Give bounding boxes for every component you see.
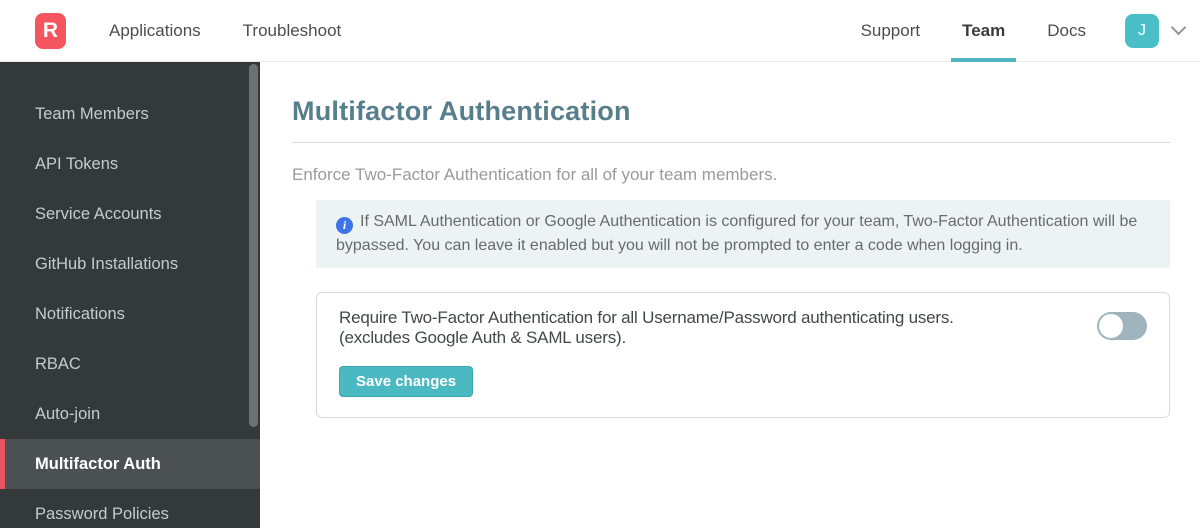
mfa-settings-card: Require Two-Factor Authentication for al…	[316, 292, 1170, 418]
secondary-nav: Support Team Docs	[840, 0, 1107, 62]
avatar[interactable]: J	[1125, 13, 1159, 48]
sidebar-item-rbac[interactable]: RBAC	[0, 339, 260, 389]
save-changes-button[interactable]: Save changes	[339, 366, 474, 397]
rollbar-logo[interactable]: R	[35, 12, 66, 49]
info-banner: i If SAML Authentication or Google Authen…	[316, 200, 1170, 268]
nav-item-troubleshoot[interactable]: Troubleshoot	[243, 21, 342, 41]
title-divider	[292, 142, 1170, 143]
sidebar-item-team-members[interactable]: Team Members	[0, 89, 260, 139]
mfa-requirement-line2: (excludes Google Auth & SAML users).	[339, 328, 626, 347]
sidebar-scrollbar[interactable]	[249, 64, 258, 427]
mfa-requirement-text: Require Two-Factor Authentication for al…	[339, 308, 1097, 348]
mfa-requirement-line1: Require Two-Factor Authentication for al…	[339, 308, 954, 327]
chevron-down-icon[interactable]	[1170, 19, 1187, 36]
mfa-toggle[interactable]	[1097, 312, 1147, 340]
nav-item-support[interactable]: Support	[840, 0, 942, 62]
nav-item-docs[interactable]: Docs	[1026, 0, 1107, 62]
sidebar-item-api-tokens[interactable]: API Tokens	[0, 139, 260, 189]
info-banner-text: If SAML Authentication or Google Authent…	[336, 213, 1138, 254]
nav-item-team[interactable]: Team	[941, 0, 1026, 62]
page-subtitle: Enforce Two-Factor Authentication for al…	[292, 165, 778, 184]
main-content: Multifactor Authentication Enforce Two-F…	[260, 62, 1200, 528]
settings-sidebar: Team Members API Tokens Service Accounts…	[0, 62, 260, 528]
top-navigation-bar: R Applications Troubleshoot Support Team…	[0, 0, 1200, 62]
sidebar-item-password-policies[interactable]: Password Policies	[0, 489, 260, 528]
info-icon: i	[336, 216, 353, 234]
mfa-toggle-knob[interactable]	[1099, 314, 1123, 338]
nav-item-applications[interactable]: Applications	[109, 21, 201, 41]
account-menu[interactable]: J	[1125, 13, 1187, 48]
sidebar-item-multifactor-auth[interactable]: Multifactor Auth	[0, 439, 260, 489]
sidebar-item-github-installations[interactable]: GitHub Installations	[0, 239, 260, 289]
sidebar-item-notifications[interactable]: Notifications	[0, 289, 260, 339]
primary-nav: Applications Troubleshoot	[109, 21, 341, 41]
page-title: Multifactor Authentication	[292, 96, 631, 126]
sidebar-item-auto-join[interactable]: Auto-join	[0, 389, 260, 439]
sidebar-item-service-accounts[interactable]: Service Accounts	[0, 189, 260, 239]
